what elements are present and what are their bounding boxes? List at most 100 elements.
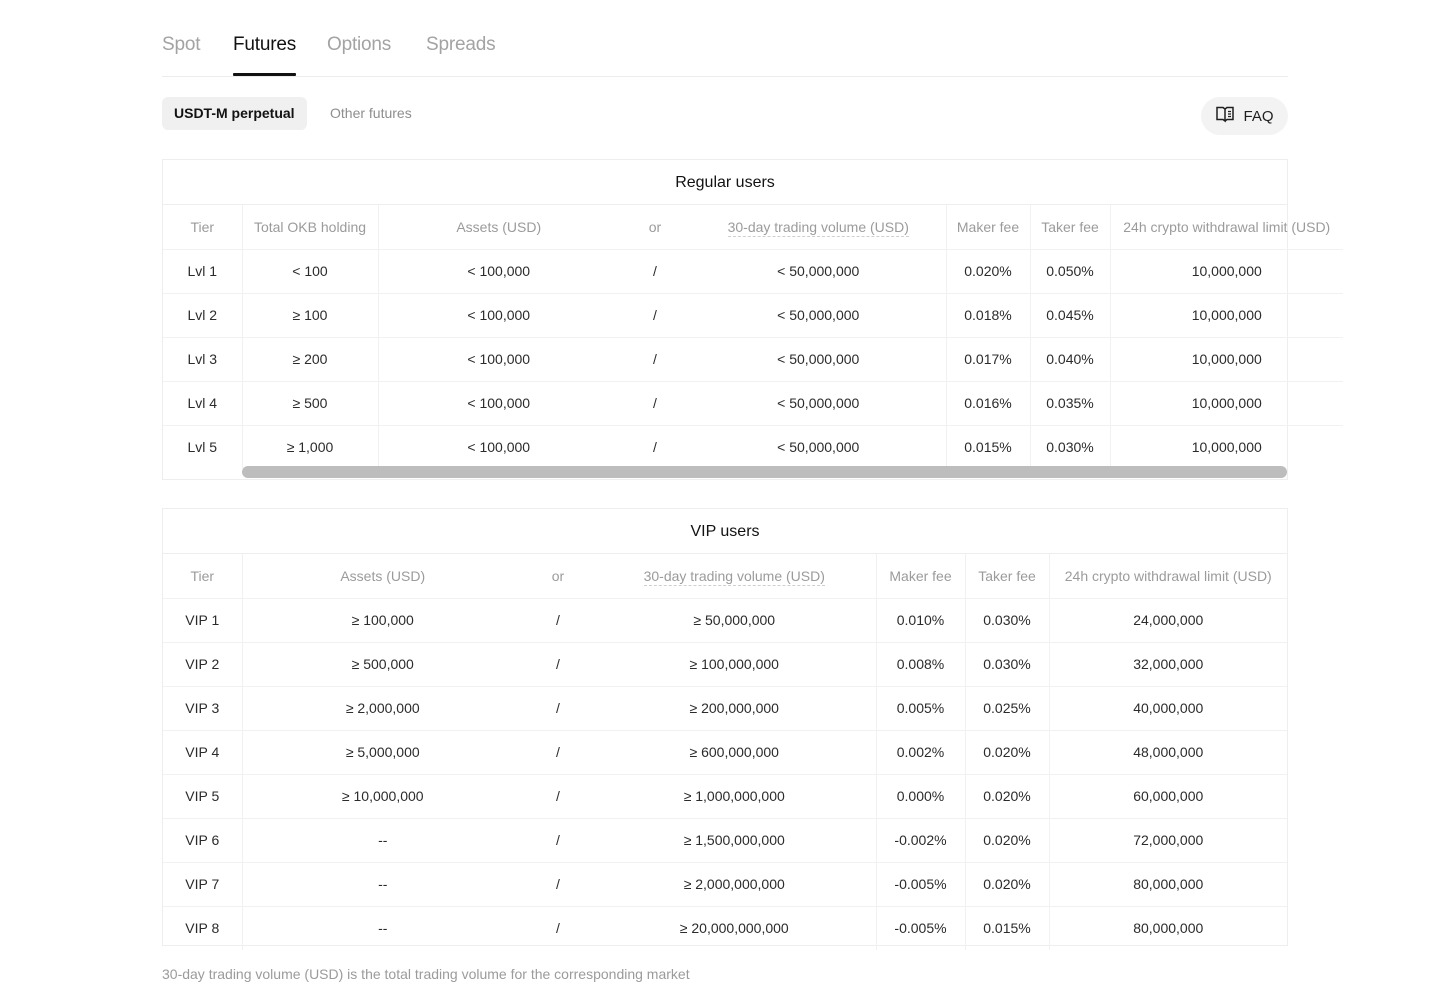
cell-assets: ≥ 100,000 (241, 598, 523, 643)
table-row: VIP 6 -- / ≥ 1,500,000,000 -0.002% 0.020% 72,0… (163, 818, 1287, 863)
cell-or: / (523, 642, 593, 687)
header-maker-fee: Maker fee (875, 554, 965, 599)
tab-spreads[interactable]: Spreads (426, 34, 496, 56)
cell-taker-fee: 0.020% (964, 774, 1049, 819)
subtab-usdt-m-perpetual[interactable]: USDT-M perpetual (162, 97, 307, 130)
cell-trading-volume: ≥ 1,500,000,000 (593, 818, 876, 863)
cell-maker-fee: -0.005% (875, 862, 965, 907)
cell-taker-fee: 0.030% (1029, 425, 1110, 469)
cell-withdrawal-limit: 48,000,000 (1048, 730, 1287, 775)
header-trading-volume[interactable]: 30-day trading volume (USD) (691, 205, 946, 250)
cell-taker-fee: 0.035% (1029, 381, 1110, 426)
faq-button[interactable]: FAQ (1201, 97, 1288, 135)
vip-fee-table: Tier Assets (USD) or 30-day trading volu… (163, 554, 1287, 950)
table-row: Lvl 1 < 100 < 100,000/< 50,000,000 0.020% 0.… (163, 249, 1343, 294)
cell-tier: Lvl 1 (163, 249, 242, 294)
cell-okb-holding: ≥ 500 (241, 381, 378, 426)
regular-users-table: Regular users Tier Total OKB holding Ass… (162, 159, 1343, 480)
cell-assets: ≥ 500,000 (241, 642, 523, 687)
cell-or: / (523, 686, 593, 731)
regular-fee-table: Tier Total OKB holding Assets (USD) or 3… (163, 205, 1343, 469)
cell-trading-volume: ≥ 20,000,000,000 (679, 920, 789, 937)
faq-label: FAQ (1243, 107, 1274, 125)
cell-trading-volume: ≥ 2,000,000,000 (593, 862, 876, 907)
table-row: Lvl 3 ≥ 200 < 100,000/< 50,000,000 0.017% 0.… (163, 337, 1343, 382)
cell-tier: VIP 2 (163, 642, 242, 687)
cell-or: / (523, 598, 593, 643)
horizontal-scrollbar[interactable] (242, 466, 1287, 478)
cell-withdrawal-limit: 32,000,000 (1048, 642, 1287, 687)
cell-maker-fee: 0.016% (945, 381, 1030, 426)
product-tabs: Spot Futures Options Spreads (162, 0, 1288, 77)
cell-tier: VIP 1 (163, 598, 242, 643)
cell-maker-fee: 0.000% (875, 774, 965, 819)
cell-tier: VIP 6 (163, 818, 242, 863)
subtab-other-futures[interactable]: Other futures (318, 97, 424, 130)
cell-maker-fee: 0.002% (875, 730, 965, 775)
cell-withdrawal-limit: 10,000,000 (1109, 381, 1343, 426)
header-withdrawal-limit: 24h crypto withdrawal limit (USD) (1109, 205, 1343, 250)
cell-withdrawal-limit: 10,000,000 (1109, 425, 1343, 469)
tab-spot[interactable]: Spot (162, 34, 200, 56)
tab-futures[interactable]: Futures (233, 34, 296, 76)
cell-assets: ≥ 5,000,000 (241, 730, 523, 775)
cell-trading-volume: < 50,000,000 (691, 293, 946, 338)
cell-withdrawal-limit: 80,000,000 (1048, 862, 1287, 907)
cell-withdrawal-limit: 10,000,000 (1109, 249, 1343, 294)
cell-or: / (523, 774, 593, 819)
cell-or: / (619, 293, 691, 338)
cell-withdrawal-limit: 10,000,000 (1109, 337, 1343, 382)
header-withdrawal-limit: 24h crypto withdrawal limit (USD) (1048, 554, 1287, 599)
table-row: VIP 4 ≥ 5,000,000/≥ 600,000,000 0.002% 0.02… (163, 730, 1287, 775)
cell-or: / (523, 818, 593, 863)
header-okb-holding: Total OKB holding (241, 205, 378, 250)
cell-tier: VIP 4 (163, 730, 242, 775)
header-tier: Tier (163, 554, 242, 599)
cell-trading-volume: < 50,000,000 (691, 249, 946, 294)
cell-or: / (619, 249, 691, 294)
cell-okb-holding: ≥ 1,000 (241, 425, 378, 469)
cell-taker-fee: 0.025% (964, 686, 1049, 731)
cell-tier: Lvl 2 (163, 293, 242, 338)
header-trading-volume[interactable]: 30-day trading volume (USD) (593, 554, 876, 599)
cell-okb-holding: < 100 (241, 249, 378, 294)
cell-maker-fee: 0.010% (875, 598, 965, 643)
cell-tier: Lvl 5 (187, 439, 218, 456)
cell-trading-volume: ≥ 50,000,000 (593, 598, 876, 643)
cell-or: / (523, 862, 593, 907)
table-row: VIP 2 ≥ 500,000/≥ 100,000,000 0.008% 0.030%… (163, 642, 1287, 687)
header-or: or (523, 554, 593, 599)
cell-assets: < 100,000 (377, 381, 619, 426)
cell-okb-holding: ≥ 200 (241, 337, 378, 382)
tab-options[interactable]: Options (327, 34, 391, 56)
cell-taker-fee: 0.040% (1029, 337, 1110, 382)
table-row: VIP 1 ≥ 100,000/≥ 50,000,000 0.010% 0.030% 2… (163, 598, 1287, 643)
cell-assets: ≥ 10,000,000 (241, 774, 523, 819)
cell-taker-fee: 0.045% (1029, 293, 1110, 338)
cell-assets: -- (241, 906, 523, 950)
cell-withdrawal-limit: 72,000,000 (1048, 818, 1287, 863)
cell-assets: ≥ 2,000,000 (241, 686, 523, 731)
cell-maker-fee: 0.020% (945, 249, 1030, 294)
cell-or: / (556, 920, 560, 937)
vip-users-table: VIP users Tier Assets (USD) or 30-day tr… (162, 508, 1288, 950)
trading-volume-tooltip-label[interactable]: 30-day trading volume (USD) (643, 567, 825, 586)
header-assets: Assets (USD) (241, 554, 523, 599)
header-taker-fee: Taker fee (1029, 205, 1110, 250)
trading-volume-tooltip-label[interactable]: 30-day trading volume (USD) (727, 218, 909, 237)
cell-assets: -- (241, 862, 523, 907)
cell-maker-fee: -0.005% (875, 906, 965, 950)
cell-withdrawal-limit: 24,000,000 (1048, 598, 1287, 643)
cell-withdrawal-limit: 40,000,000 (1048, 686, 1287, 731)
table-header-row: Tier Assets (USD) or 30-day trading volu… (163, 554, 1287, 599)
header-tier: Tier (163, 205, 242, 250)
book-icon (1215, 104, 1235, 128)
cell-withdrawal-limit: 60,000,000 (1048, 774, 1287, 819)
cell-trading-volume: < 50,000,000 (777, 439, 860, 456)
cell-or: / (653, 439, 657, 456)
regular-users-title: Regular users (163, 160, 1287, 205)
header-maker-fee: Maker fee (945, 205, 1030, 250)
cell-maker-fee: 0.017% (945, 337, 1030, 382)
cell-tier: Lvl 3 (163, 337, 242, 382)
cell-trading-volume: ≥ 1,000,000,000 (593, 774, 876, 819)
